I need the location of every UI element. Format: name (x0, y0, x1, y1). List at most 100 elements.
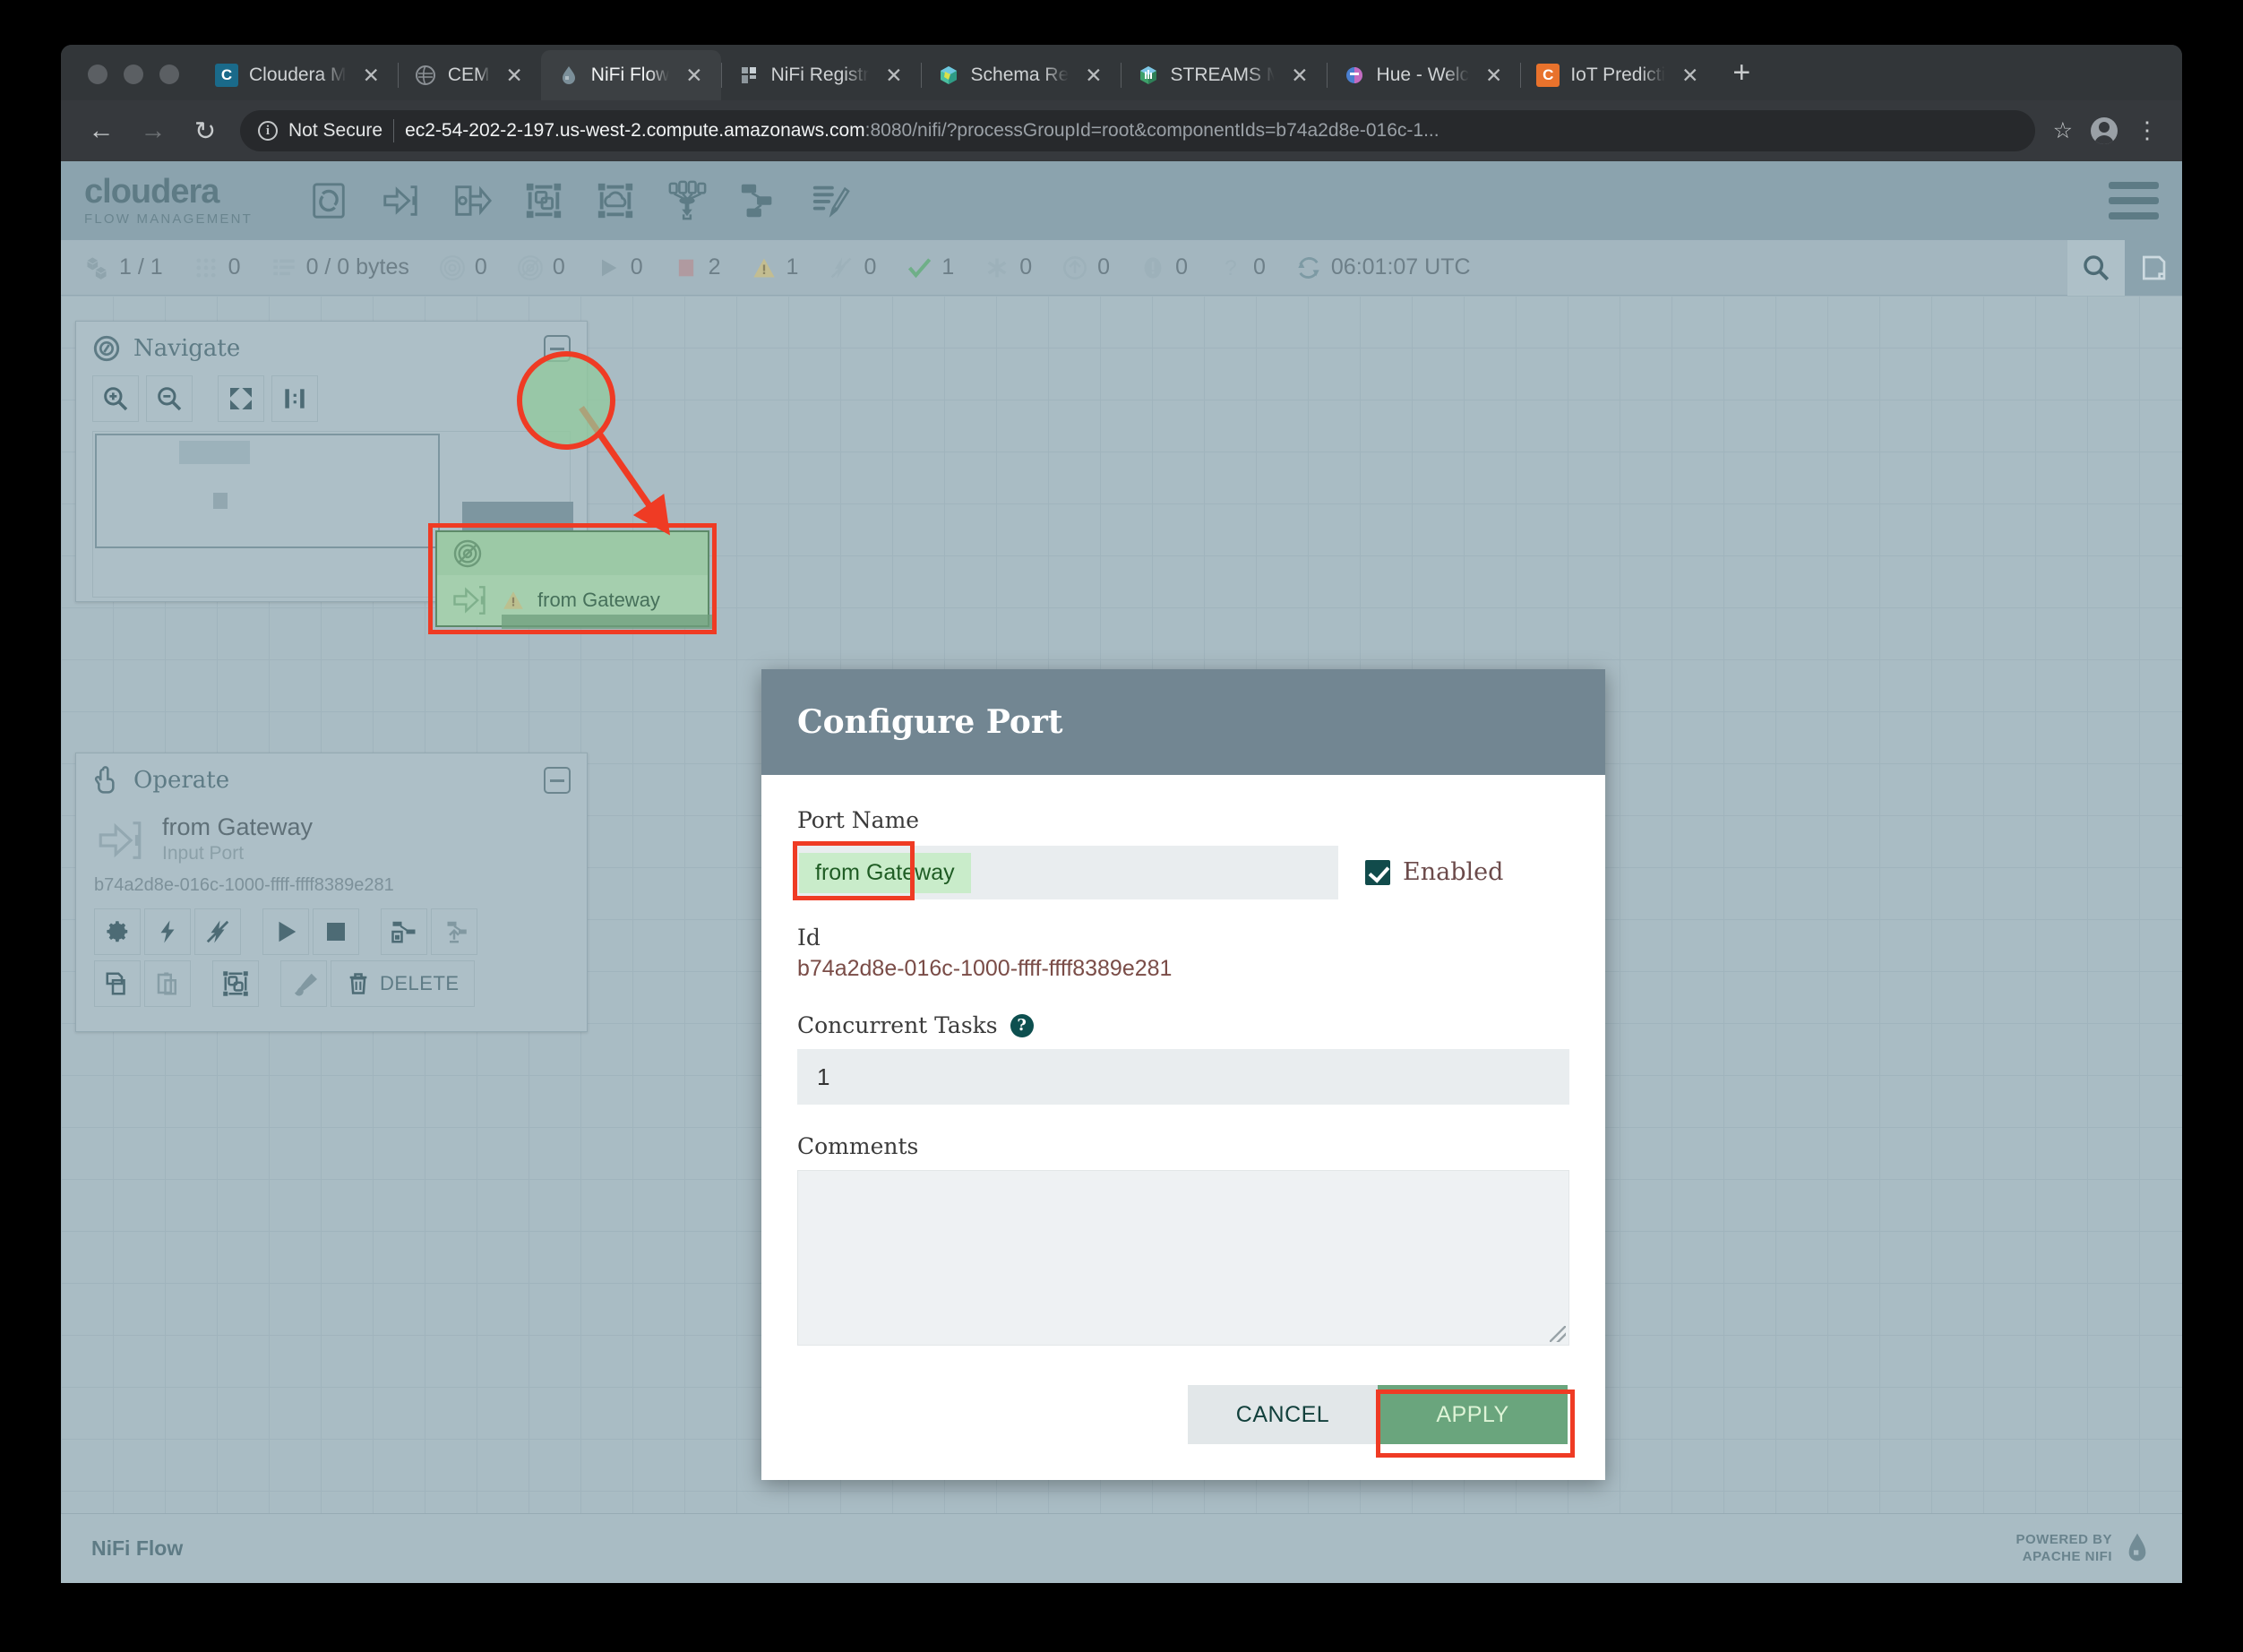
svg-text:?: ? (1225, 256, 1237, 280)
enable-button[interactable] (144, 908, 191, 955)
close-tab-icon[interactable]: ✕ (1285, 65, 1313, 86)
concurrent-tasks-input[interactable]: 1 (797, 1049, 1569, 1105)
reload-icon[interactable]: ↻ (188, 116, 222, 147)
status-value: 0 (474, 254, 487, 280)
tab-cloudera-manager[interactable]: C Cloudera M ✕ (199, 50, 398, 100)
input-port-tool-icon[interactable] (374, 175, 426, 227)
canvas-node-from-gateway[interactable]: from Gateway (435, 530, 713, 629)
zoom-in-button[interactable] (92, 375, 139, 422)
copy-button[interactable] (94, 960, 141, 1007)
note-icon (2143, 255, 2166, 280)
tab-nifi-flow[interactable]: NiFi Flow ✕ (540, 50, 721, 100)
tab-streams-messaging[interactable]: STREAMS M ✕ (1120, 50, 1327, 100)
stop-icon (327, 923, 345, 941)
url-path: :8080/nifi/?processGroupId=root&componen… (864, 120, 1439, 141)
paste-button[interactable] (144, 960, 191, 1007)
collapse-operate-icon[interactable] (544, 767, 571, 794)
not-transmit-icon (517, 254, 543, 280)
zoom-actual-button[interactable] (271, 375, 318, 422)
save-flow-version-button[interactable] (381, 908, 427, 955)
save-flow-icon (391, 921, 416, 943)
operate-panel-header: Operate (76, 753, 587, 807)
logo-tagline: FLOW MANAGEMENT (84, 211, 254, 227)
port-name-input[interactable]: from Gateway (793, 841, 1338, 900)
resize-grip-icon[interactable] (1550, 1326, 1566, 1342)
zoom-fit-button[interactable] (218, 375, 264, 422)
minimize-window-button[interactable] (124, 65, 143, 84)
comments-block: Comments (797, 1133, 1569, 1346)
search-button[interactable] (2067, 239, 2125, 296)
disable-button[interactable] (194, 908, 241, 955)
status-queued-flowfiles: 0 / 0 bytes (271, 254, 409, 280)
tab-iot-prediction[interactable]: C IoT Predicti ✕ (1520, 50, 1716, 100)
input-port-icon (99, 822, 142, 859)
comments-textarea[interactable] (797, 1170, 1569, 1346)
enabled-checkbox[interactable] (1365, 859, 1390, 885)
status-value: 06:01:07 UTC (1330, 254, 1471, 280)
annotation-circle-input-port-tool (517, 351, 615, 450)
global-menu-icon[interactable] (2109, 182, 2159, 219)
navigate-panel-header: Navigate (76, 322, 587, 375)
powered-by-line1: POWERED BY (2015, 1531, 2112, 1547)
warning-icon (503, 591, 523, 609)
status-stale: 0 (1062, 254, 1110, 280)
comments-label: Comments (797, 1133, 919, 1159)
process-group-tool-icon[interactable] (518, 175, 570, 227)
close-tab-icon[interactable]: ✕ (1480, 65, 1508, 86)
status-running: 0 (596, 254, 643, 280)
cancel-button[interactable]: CANCEL (1188, 1385, 1378, 1444)
close-tab-icon[interactable]: ✕ (680, 65, 708, 86)
template-tool-icon[interactable] (733, 175, 785, 227)
tab-label: NiFi Flow (590, 65, 670, 85)
browser-menu-icon[interactable]: ⋮ (2136, 119, 2159, 142)
configure-port-dialog: Configure Port Port Name from Gateway En… (761, 669, 1605, 1480)
zoom-out-button[interactable] (146, 375, 193, 422)
label-tool-icon[interactable] (804, 175, 856, 227)
stop-button[interactable] (313, 908, 359, 955)
tab-label: IoT Predicti (1570, 65, 1666, 85)
help-icon[interactable]: ? (1010, 1013, 1034, 1037)
info-icon[interactable]: i (258, 121, 278, 141)
tab-hue[interactable]: Hue - Welc ✕ (1326, 50, 1521, 100)
close-tab-icon[interactable]: ✕ (501, 65, 529, 86)
output-port-tool-icon[interactable] (446, 175, 498, 227)
close-tab-icon[interactable]: ✕ (1079, 65, 1107, 86)
profile-avatar[interactable] (2091, 117, 2118, 144)
flow-breadcrumb[interactable]: NiFi Flow (91, 1536, 183, 1561)
forward-icon[interactable]: → (136, 116, 170, 146)
bookmark-star-icon[interactable]: ☆ (2053, 117, 2073, 144)
configure-button[interactable] (94, 908, 141, 955)
group-button[interactable] (212, 960, 259, 1007)
new-tab-button[interactable]: + (1716, 57, 1766, 100)
remote-process-group-tool-icon[interactable] (589, 175, 641, 227)
enabled-checkbox-row[interactable]: Enabled (1365, 846, 1503, 886)
nifi-header: cloudera FLOW MANAGEMENT (61, 161, 2182, 240)
tab-cem[interactable]: CEM ✕ (397, 50, 541, 100)
cloudera-favicon: C (215, 64, 238, 87)
operate-component-type: Input Port (162, 843, 245, 865)
tab-nifi-registry[interactable]: NiFi Registr ✕ (720, 50, 921, 100)
tab-schema-registry[interactable]: Schema Re ✕ (920, 50, 1121, 100)
upload-flow-version-button[interactable] (431, 908, 477, 955)
bulletin-board-button[interactable] (2125, 239, 2182, 296)
minimap-viewport[interactable] (95, 434, 440, 548)
apply-button[interactable]: APPLY (1378, 1385, 1568, 1444)
logo-wordmark: cloudera (84, 173, 219, 211)
close-tab-icon[interactable]: ✕ (357, 65, 385, 86)
window-controls (72, 65, 199, 100)
close-window-button[interactable] (88, 65, 107, 84)
funnel-tool-icon[interactable] (661, 175, 713, 227)
list-icon (272, 259, 295, 275)
close-tab-icon[interactable]: ✕ (1676, 65, 1704, 86)
close-tab-icon[interactable]: ✕ (880, 65, 907, 86)
url-input[interactable]: i Not Secure ec2-54-202-2-197.us-west-2.… (240, 110, 2035, 151)
status-bar: 1 / 1 0 0 / 0 bytes 0 0 0 2 1 0 1 0 0 0 … (61, 239, 2182, 296)
start-button[interactable] (262, 908, 309, 955)
processor-tool-icon[interactable] (303, 175, 355, 227)
maximize-window-button[interactable] (159, 65, 179, 84)
delete-button[interactable]: DELETE (331, 960, 475, 1007)
color-button[interactable] (280, 960, 327, 1007)
back-icon[interactable]: ← (84, 116, 118, 146)
asterisk-icon (988, 258, 1007, 277)
navigate-buttons (76, 375, 587, 431)
